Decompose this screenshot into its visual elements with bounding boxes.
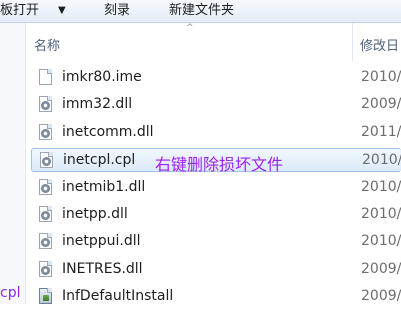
file-row[interactable]: inetcomm.dll 2011/ <box>31 121 401 145</box>
file-name: INETRES.dll <box>62 261 143 277</box>
nav-pane-text-fragment: cpl <box>0 285 21 301</box>
open-button[interactable]: 板打开 <box>0 2 39 20</box>
file-row[interactable]: imkr80.ime 2010/ <box>31 66 401 90</box>
file-name: imkr80.ime <box>62 69 142 85</box>
file-name: inetmib1.dll <box>62 179 146 195</box>
blank-file-icon <box>39 69 52 85</box>
file-name: inetcpl.cpl <box>63 152 136 168</box>
file-row[interactable]: INETRES.dll 2009/ <box>31 258 401 282</box>
column-divider[interactable] <box>352 23 353 61</box>
file-date-modified: 2010/ <box>361 179 401 195</box>
file-date-modified: 2011/ <box>361 124 401 140</box>
file-date-modified: 2010/ <box>362 152 401 168</box>
instruction-annotation: 右键删除损坏文件 <box>155 155 284 174</box>
file-date-modified: 2009/ <box>361 261 401 277</box>
file-row[interactable]: imm32.dll 2009/ <box>31 93 401 117</box>
dll-file-icon <box>39 206 52 222</box>
open-dropdown-icon[interactable]: ▼ <box>58 2 66 20</box>
command-bar: 板打开 ▼ 刻录 新建文件夹 <box>0 0 401 23</box>
column-header-name[interactable]: 名称 <box>34 35 60 54</box>
file-row[interactable]: inetcpl.cpl 右键删除损坏文件 2010/ <box>31 148 401 174</box>
dll-file-icon <box>39 179 52 195</box>
dll-file-icon <box>39 96 52 112</box>
file-row[interactable]: InfDefaultInstall 2009/ <box>31 285 401 309</box>
file-date-modified: 2010/ <box>361 233 401 249</box>
file-date-modified: 2009/ <box>361 288 401 304</box>
file-name: imm32.dll <box>62 96 133 112</box>
file-name: inetcomm.dll <box>62 124 154 140</box>
file-name: InfDefaultInstall <box>62 288 174 304</box>
file-date-modified: 2009/ <box>361 96 401 112</box>
file-date-modified: 2010/ <box>361 206 401 222</box>
dll-file-icon <box>39 261 52 277</box>
file-row[interactable]: inetmib1.dll 2010/ <box>31 176 401 200</box>
file-row[interactable]: inetpp.dll 2010/ <box>31 203 401 227</box>
navigation-pane[interactable]: cpl <box>0 23 26 304</box>
column-header: 名称 ^ 修改日 <box>26 23 401 61</box>
column-header-date-modified[interactable]: 修改日 <box>360 35 399 54</box>
new-folder-button[interactable]: 新建文件夹 <box>169 2 234 20</box>
dll-file-icon <box>39 233 52 249</box>
sort-ascending-icon: ^ <box>186 23 194 33</box>
installer-file-icon <box>39 288 52 304</box>
cpl-file-icon <box>40 152 53 168</box>
file-date-modified: 2010/ <box>361 69 401 85</box>
burn-button[interactable]: 刻录 <box>104 2 130 20</box>
file-row[interactable]: inetppui.dll 2010/ <box>31 230 401 254</box>
dll-file-icon <box>39 124 52 140</box>
file-name: inetpp.dll <box>62 206 128 222</box>
file-name: inetppui.dll <box>62 233 141 249</box>
